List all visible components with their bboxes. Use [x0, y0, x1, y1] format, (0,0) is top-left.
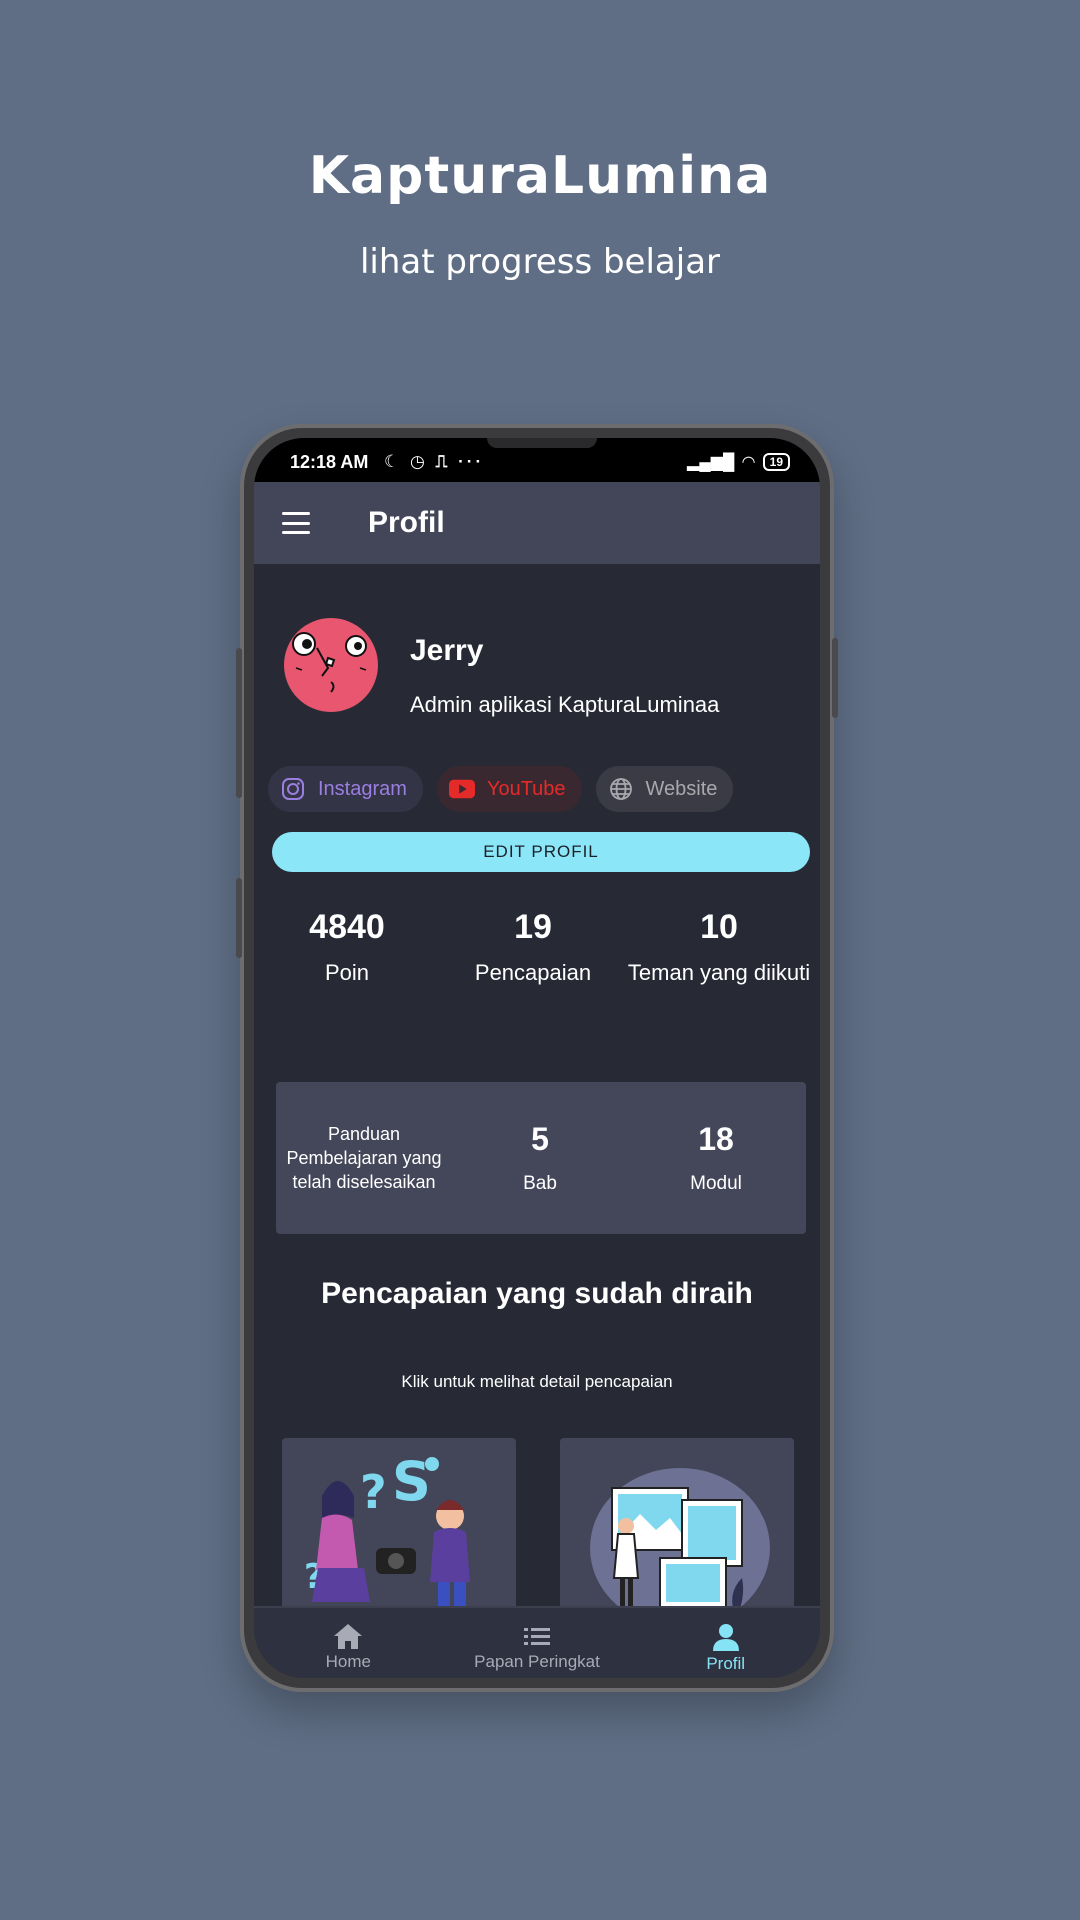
- globe-icon: [608, 776, 634, 802]
- battery-icon: 19: [762, 453, 790, 471]
- stat-teman[interactable]: 10 Teman yang diikuti: [626, 902, 812, 986]
- profile-stats: 4840 Poin 19 Pencapaian 10 Teman yang di…: [254, 902, 820, 986]
- phone-frame: 12:18 AM ☾ ◷ ⎍ ··· ▂▄▆█ ◠ 19 Profil Jerr…: [236, 424, 838, 1692]
- app-bar: Profil: [254, 482, 820, 564]
- stat-value: 10: [700, 908, 738, 946]
- achievements-title: Pencapaian yang sudah diraih: [321, 1277, 753, 1310]
- nav-profile[interactable]: Profil: [631, 1608, 820, 1678]
- instagram-label: Instagram: [318, 777, 407, 800]
- stat-pencapaian[interactable]: 19 Pencapaian: [440, 902, 626, 986]
- chapters-value: 5: [531, 1121, 549, 1157]
- status-right: ▂▄▆█ ◠ 19: [687, 452, 790, 472]
- nav-home-label: Home: [325, 1652, 372, 1671]
- achievements-subtitle: Klik untuk melihat detail pencapaian: [401, 1372, 673, 1391]
- promo-subtitle: lihat progress belajar: [359, 242, 721, 282]
- stat-label: Poin: [324, 960, 370, 985]
- website-link[interactable]: Website: [595, 766, 734, 812]
- bottom-navigation: Home Papan Peringkat Profil: [254, 1606, 820, 1678]
- edit-profile-button[interactable]: EDIT PROFIL: [272, 832, 810, 872]
- svg-text:?: ?: [360, 1465, 387, 1519]
- home-icon: [334, 1624, 363, 1649]
- svg-text:S: S: [392, 1450, 431, 1513]
- nav-profile-label: Profil: [706, 1654, 746, 1673]
- status-time: 12:18 AM: [290, 452, 369, 472]
- hamburger-menu-icon[interactable]: [282, 512, 310, 534]
- stat-label: Pencapaian: [474, 960, 592, 985]
- page-title: Profil: [368, 506, 445, 539]
- wifi-icon: ◠: [742, 454, 755, 471]
- list-icon: [524, 1628, 550, 1645]
- modules-value: 18: [698, 1121, 734, 1157]
- instagram-link[interactable]: Instagram: [268, 766, 423, 812]
- nav-leaderboard-label: Papan Peringkat: [474, 1652, 600, 1671]
- person-icon: [712, 1624, 739, 1651]
- chapters-label: Bab: [523, 1173, 557, 1194]
- youtube-link[interactable]: YouTube: [436, 766, 582, 812]
- volume-button: [236, 648, 242, 798]
- promo-title: KapturaLumina: [308, 146, 772, 206]
- app-screen: 12:18 AM ☾ ◷ ⎍ ··· ▂▄▆█ ◠ 19 Profil Jerr…: [254, 438, 820, 1678]
- stat-poin[interactable]: 4840 Poin: [254, 902, 440, 986]
- youtube-label: YouTube: [486, 777, 566, 800]
- status-notification-icons: ☾ ◷ ⎍ ···: [384, 452, 485, 471]
- learning-progress-card: Panduan Pembelajaran yang telah diselesa…: [276, 1082, 806, 1234]
- youtube-icon: [448, 776, 475, 802]
- profile-bio: Admin aplikasi KapturaLuminaa: [410, 692, 720, 717]
- nav-home[interactable]: Home: [254, 1608, 443, 1678]
- modules-stat: 18 Modul: [628, 1121, 804, 1195]
- avatar[interactable]: [284, 618, 378, 712]
- modules-label: Modul: [690, 1173, 742, 1194]
- stat-label: Teman yang diikuti: [627, 960, 811, 985]
- instagram-icon: [280, 776, 306, 802]
- nav-leaderboard[interactable]: Papan Peringkat: [443, 1608, 632, 1678]
- avatar-face-icon: [292, 632, 367, 693]
- stat-value: 19: [514, 908, 552, 946]
- profile-name: Jerry: [410, 634, 484, 667]
- website-label: Website: [645, 777, 718, 800]
- stat-value: 4840: [309, 908, 385, 946]
- speaker-notch: [487, 438, 597, 448]
- chapters-stat: 5 Bab: [452, 1121, 628, 1195]
- social-links: Instagram YouTube Website: [268, 766, 734, 812]
- signal-icon: ▂▄▆█: [687, 454, 735, 471]
- learning-progress-label: Panduan Pembelajaran yang telah diselesa…: [286, 1124, 442, 1192]
- power-button: [236, 878, 242, 958]
- side-button: [832, 638, 838, 718]
